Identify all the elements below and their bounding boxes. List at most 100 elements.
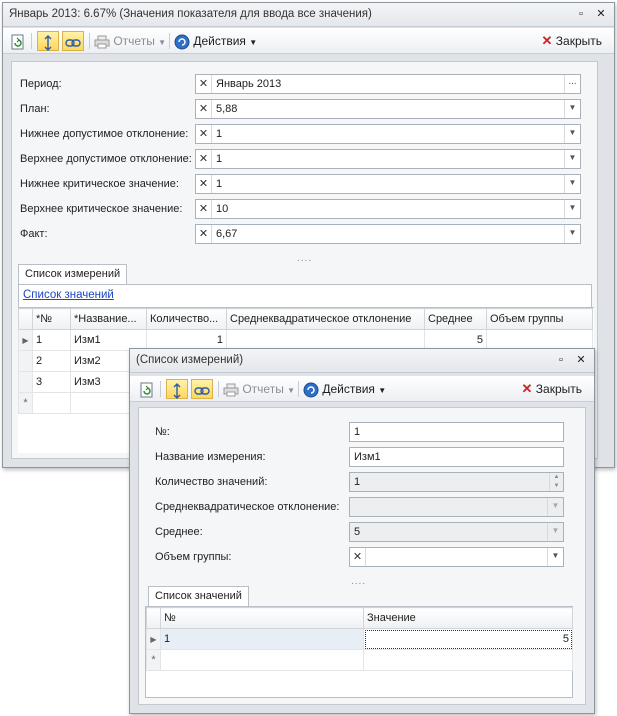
restore-button[interactable]: ▫ — [574, 7, 588, 21]
chevron-down-icon[interactable]: ▼ — [564, 125, 580, 143]
field-input[interactable]: ✕ 1 ▼ — [195, 174, 581, 194]
reports-label: Отчеты — [242, 382, 284, 396]
actions-globe-icon — [174, 34, 190, 50]
chevron-down-icon[interactable]: ▼ — [564, 150, 580, 168]
new-row-marker: * — [146, 649, 161, 671]
col-header-name[interactable]: *Название... — [70, 308, 147, 330]
values-list-link[interactable]: Список значений — [23, 289, 114, 301]
cell-num[interactable]: 3 — [32, 371, 71, 393]
chevron-down-icon: ▼ — [378, 386, 387, 395]
field-input[interactable]: ✕ Январь 2013... — [195, 74, 581, 94]
reports-menu[interactable]: Отчеты ▼ — [223, 379, 295, 399]
toolbar-separator — [160, 381, 161, 397]
restore-button[interactable]: ▫ — [554, 353, 568, 367]
printer-icon — [223, 383, 239, 397]
splitter-handle[interactable]: .... — [351, 576, 366, 587]
clear-icon[interactable]: ✕ — [196, 75, 212, 93]
new-cell[interactable] — [160, 649, 364, 671]
clear-icon[interactable]: ✕ — [350, 548, 366, 566]
toolbar-separator — [298, 381, 299, 397]
field-value: 10 — [216, 203, 229, 215]
field-value: Январь 2013 — [216, 78, 282, 90]
field-label: Количество значений: — [155, 476, 268, 488]
field-label: Объем группы: — [155, 551, 232, 563]
refresh-button[interactable] — [11, 31, 25, 51]
field-input[interactable]: ✕ 6,67 ▼ — [195, 224, 581, 244]
cell-value[interactable]: 5 — [363, 628, 573, 650]
link-button[interactable] — [191, 379, 213, 399]
actions-menu[interactable]: Действия ▼ — [303, 379, 386, 399]
expand-button[interactable] — [37, 31, 59, 51]
chain-link-icon — [194, 387, 210, 395]
col-header-value[interactable]: Значение — [363, 607, 573, 629]
clear-icon[interactable]: ✕ — [196, 225, 212, 243]
table-row[interactable]: ▶ 1 5 — [146, 628, 573, 650]
refresh-doc-icon — [11, 34, 24, 50]
close-window-button[interactable]: ✕ — [574, 353, 588, 367]
toolbar-separator — [31, 33, 32, 49]
field-input[interactable]: ✕ 1 ▼ — [195, 124, 581, 144]
field-input[interactable]: ✕ ▼ — [349, 547, 564, 567]
clear-icon[interactable]: ✕ — [196, 125, 212, 143]
values-grid: № Значение ▶ 1 5 * — [146, 607, 573, 671]
row-indicator-header — [18, 308, 33, 330]
tab-measurements[interactable]: Список измерений — [18, 264, 128, 284]
chevron-down-icon[interactable]: ▼ — [564, 225, 580, 243]
tab-values[interactable]: Список значений — [148, 586, 249, 606]
expand-arrows-icon — [173, 382, 181, 399]
field-input[interactable]: Изм1 — [349, 447, 564, 467]
toolbar-separator — [218, 381, 219, 397]
cell-num[interactable]: 2 — [32, 350, 71, 372]
col-header-std[interactable]: Среднеквадратическое отклонение — [226, 308, 425, 330]
cell-num[interactable]: 1 — [160, 628, 364, 650]
col-header-count[interactable]: Количество... — [146, 308, 227, 330]
splitter-handle[interactable]: .... — [297, 253, 312, 264]
close-button[interactable]: ✕ Закрыть — [542, 31, 602, 51]
refresh-doc-icon — [140, 382, 153, 398]
main-titlebar: Январь 2013: 6.67% (Значения показателя … — [3, 3, 614, 27]
cell-num[interactable]: 1 — [32, 329, 71, 351]
close-window-button[interactable]: ✕ — [594, 7, 608, 21]
clear-icon[interactable]: ✕ — [196, 200, 212, 218]
field-label: Среднеквадратическое отклонение: — [155, 501, 340, 513]
ellipsis-button[interactable]: ... — [564, 75, 580, 93]
field-input[interactable]: 1 — [349, 422, 564, 442]
close-label: Закрыть — [535, 382, 582, 396]
dialog-title: (Список измерений) — [136, 354, 244, 366]
new-row[interactable]: * — [146, 649, 573, 671]
expand-button[interactable] — [166, 379, 188, 399]
new-cell[interactable] — [363, 649, 573, 671]
close-button[interactable]: ✕ Закрыть — [522, 379, 582, 399]
field-value: 1 — [354, 426, 361, 438]
col-header-num[interactable]: *№ — [32, 308, 71, 330]
clear-icon[interactable]: ✕ — [196, 150, 212, 168]
field-label: Факт: — [20, 228, 48, 240]
field-input[interactable]: ✕ 10 ▼ — [195, 199, 581, 219]
chevron-down-icon: ▼ — [249, 38, 258, 47]
col-header-group[interactable]: Объем группы — [486, 308, 593, 330]
field-input[interactable]: ✕ 5,88 ▼ — [195, 99, 581, 119]
new-cell[interactable] — [32, 392, 71, 414]
col-header-avg[interactable]: Среднее — [424, 308, 487, 330]
field-label: План: — [20, 103, 50, 115]
close-x-icon: ✕ — [541, 33, 553, 48]
reports-label: Отчеты — [113, 34, 155, 48]
row-indicator-header — [146, 607, 161, 629]
refresh-button[interactable] — [140, 379, 154, 399]
link-button[interactable] — [62, 31, 84, 51]
field-label: Название измерения: — [155, 451, 266, 463]
clear-icon[interactable]: ✕ — [196, 175, 212, 193]
reports-menu[interactable]: Отчеты ▼ — [94, 31, 166, 51]
actions-globe-icon — [303, 382, 319, 398]
chevron-down-icon[interactable]: ▼ — [547, 548, 563, 566]
field-input: ▼ — [349, 497, 564, 517]
field-label: Период: — [20, 78, 62, 90]
chevron-down-icon[interactable]: ▼ — [564, 200, 580, 218]
clear-icon[interactable]: ✕ — [196, 100, 212, 118]
field-input[interactable]: ✕ 1 ▼ — [195, 149, 581, 169]
main-toolbar: Отчеты ▼ Действия ▼ ✕ Закрыть — [3, 28, 614, 54]
chevron-down-icon[interactable]: ▼ — [564, 175, 580, 193]
col-header-num[interactable]: № — [160, 607, 364, 629]
chevron-down-icon[interactable]: ▼ — [564, 100, 580, 118]
actions-menu[interactable]: Действия ▼ — [174, 31, 257, 51]
